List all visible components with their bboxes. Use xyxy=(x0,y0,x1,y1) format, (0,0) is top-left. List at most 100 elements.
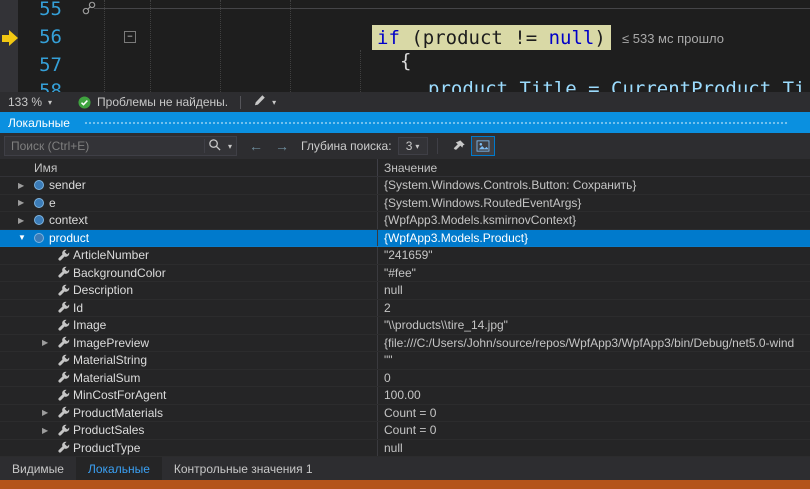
tab-watch1[interactable]: Контрольные значения 1 xyxy=(162,457,325,480)
table-row[interactable]: ▶e{System.Windows.RoutedEventArgs} xyxy=(0,195,810,213)
chain-link-icon xyxy=(82,1,96,20)
table-row[interactable]: ▶ProductMaterialsCount = 0 xyxy=(0,405,810,423)
property-icon xyxy=(57,406,73,419)
object-icon xyxy=(33,214,49,226)
variable-name: ArticleNumber xyxy=(73,248,149,262)
search-box[interactable]: ▾ xyxy=(4,136,237,156)
navigate-back-icon[interactable]: ← xyxy=(249,138,263,154)
name-cell: ▶context xyxy=(0,212,378,229)
table-row[interactable]: MaterialString"" xyxy=(0,352,810,370)
indent-guide xyxy=(150,0,151,92)
chevron-down-icon: ▾ xyxy=(48,98,52,107)
pin-icon xyxy=(452,139,466,153)
table-row[interactable]: MaterialSum0 xyxy=(0,370,810,388)
table-row[interactable]: Descriptionnull xyxy=(0,282,810,300)
breakpoint-margin[interactable] xyxy=(0,0,18,92)
line-number: 55 xyxy=(18,0,76,20)
search-icon[interactable] xyxy=(205,138,224,154)
code-text: { xyxy=(400,50,411,72)
name-cell: Image xyxy=(0,317,378,334)
variable-name: MaterialSum xyxy=(73,371,140,385)
code-editor: 55 56 57 58 − if (product != null) ≤ 533… xyxy=(0,0,810,92)
locals-table-body: ▶ sender {System.Windows.Controls.Button: … xyxy=(0,177,810,457)
collapse-region-icon[interactable]: − xyxy=(124,31,136,43)
property-icon xyxy=(57,284,73,297)
indent-guide xyxy=(290,0,291,92)
variable-name: Id xyxy=(73,301,83,315)
name-cell: ▶ sender xyxy=(0,177,378,194)
code-cleanup-icon[interactable] xyxy=(253,94,266,110)
chevron-down-icon[interactable]: ▾ xyxy=(224,142,236,151)
pin-button[interactable] xyxy=(447,136,471,156)
variable-name: sender xyxy=(49,178,86,192)
variable-value: null xyxy=(378,440,810,457)
table-row[interactable]: ▶ProductSalesCount = 0 xyxy=(0,422,810,440)
table-row[interactable]: ArticleNumber"241659" xyxy=(0,247,810,265)
expand-icon[interactable]: ▶ xyxy=(18,181,33,190)
chevron-down-icon[interactable]: ▾ xyxy=(272,98,276,107)
health-status-text: Проблемы не найдены. xyxy=(97,95,228,109)
collapse-icon[interactable]: ▼ xyxy=(18,233,33,242)
variable-value: Count = 0 xyxy=(378,405,810,422)
variable-name: BackgroundColor xyxy=(73,266,166,280)
name-cell: ▶ProductMaterials xyxy=(0,405,378,422)
expand-icon[interactable]: ▶ xyxy=(18,216,33,225)
table-row[interactable]: Image"\\products\\tire_14.jpg" xyxy=(0,317,810,335)
tool-window-titlebar[interactable]: Локальные xyxy=(0,112,810,133)
indent-guide xyxy=(360,50,361,92)
table-row[interactable]: ▶context{WpfApp3.Models.ksmirnovContext} xyxy=(0,212,810,230)
table-row[interactable]: ▶ImagePreview{file:///C:/Users/John/sour… xyxy=(0,335,810,353)
code-text: (product != xyxy=(400,27,549,49)
table-row[interactable]: MinCostForAgent100.00 xyxy=(0,387,810,405)
column-header-name[interactable]: Имя xyxy=(0,159,378,176)
variable-value: 2 xyxy=(378,300,810,317)
table-row[interactable]: ▼product{WpfApp3.Models.Product} xyxy=(0,230,810,248)
table-row[interactable]: BackgroundColor "#fee" xyxy=(0,265,810,283)
search-input[interactable] xyxy=(5,139,204,153)
variable-value: "#fee" xyxy=(378,265,810,282)
tool-window-tabs: Видимые Локальные Контрольные значения 1 xyxy=(0,457,810,480)
expand-icon[interactable]: ▶ xyxy=(18,198,33,207)
divider xyxy=(437,138,438,154)
object-icon xyxy=(33,232,49,244)
name-cell: Id xyxy=(0,300,378,317)
table-row[interactable]: ProductType null xyxy=(0,440,810,458)
name-cell: ProductType xyxy=(0,440,378,457)
locals-toolbar: ▾ ← → Глубина поиска: 3 ▾ xyxy=(0,133,810,159)
variable-name: ProductSales xyxy=(73,423,144,437)
tab-autos[interactable]: Видимые xyxy=(0,457,76,480)
expand-icon[interactable]: ▶ xyxy=(42,408,57,417)
variable-value: null xyxy=(378,282,810,299)
line-number: 56 xyxy=(18,26,76,48)
zoom-control[interactable]: 133 % ▾ xyxy=(0,95,52,109)
code-text: product.Title = CurrentProduct.Ti xyxy=(428,78,806,92)
variable-value: {System.Windows.RoutedEventArgs} xyxy=(378,195,810,212)
titlebar-grip xyxy=(84,120,788,126)
property-icon xyxy=(57,301,73,314)
column-header-value[interactable]: Значение xyxy=(378,159,810,176)
expand-icon[interactable]: ▶ xyxy=(42,426,57,435)
table-row[interactable]: Id 2 xyxy=(0,300,810,318)
navigate-forward-icon[interactable]: → xyxy=(275,138,289,154)
search-depth-value: 3 xyxy=(406,139,413,153)
variable-name: Image xyxy=(73,318,106,332)
search-depth-select[interactable]: 3 ▾ xyxy=(398,137,428,155)
name-cell: MaterialSum xyxy=(0,370,378,387)
expand-icon[interactable]: ▶ xyxy=(42,338,57,347)
name-cell: MaterialString xyxy=(0,352,378,369)
table-row[interactable]: ▶ sender {System.Windows.Controls.Button: … xyxy=(0,177,810,195)
variable-value: {System.Windows.Controls.Button: Сохрани… xyxy=(378,177,810,194)
name-cell: Description xyxy=(0,282,378,299)
code-keyword: if xyxy=(377,27,400,49)
perf-tip[interactable]: ≤ 533 мс прошло xyxy=(622,31,724,46)
tab-locals[interactable]: Локальные xyxy=(76,457,162,480)
health-check-icon[interactable] xyxy=(78,96,91,109)
variable-name: ImagePreview xyxy=(73,336,149,350)
preview-toggle-button[interactable] xyxy=(471,136,495,156)
object-icon xyxy=(33,179,49,191)
name-cell: BackgroundColor xyxy=(0,265,378,282)
name-cell: ▶ ProductSales xyxy=(0,422,378,439)
line-number: 58 xyxy=(18,80,76,92)
variable-name: ProductType xyxy=(73,441,140,455)
variable-name: product xyxy=(49,231,89,245)
